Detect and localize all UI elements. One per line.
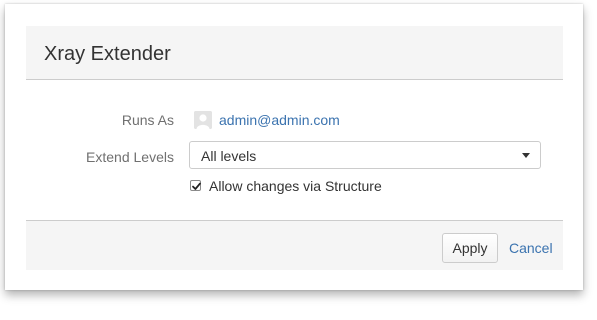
dialog-title: Xray Extender [44, 43, 171, 65]
checkmark-icon [192, 182, 201, 190]
dialog-footer: Apply Cancel [26, 220, 563, 270]
extend-levels-select[interactable]: All levels [189, 141, 541, 169]
dialog-header: Xray Extender [26, 26, 563, 80]
chevron-down-icon [522, 153, 530, 158]
runs-as-label: Runs As [121, 112, 174, 128]
apply-button[interactable]: Apply [442, 233, 498, 263]
user-avatar-icon [194, 111, 212, 129]
cancel-link[interactable]: Cancel [509, 240, 553, 256]
extend-levels-label: Extend Levels [86, 149, 174, 165]
dialog: Xray Extender Runs As admin@admin.com Ex… [5, 4, 583, 290]
allow-changes-checkbox[interactable] [190, 180, 201, 191]
extend-levels-value: All levels [201, 148, 257, 164]
runs-as-user-link[interactable]: admin@admin.com [219, 112, 340, 128]
allow-changes-label[interactable]: Allow changes via Structure [209, 178, 382, 194]
